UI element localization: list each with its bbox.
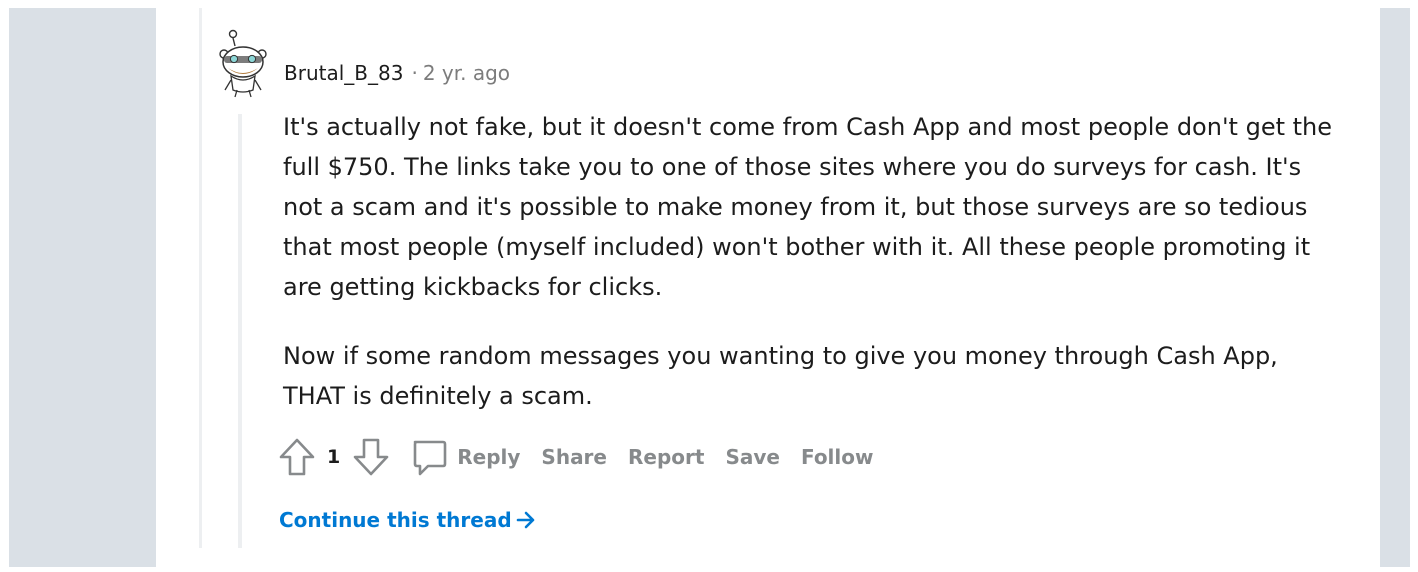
comment-paragraph: It's actually not fake, but it doesn't c… — [283, 113, 1333, 301]
speech-bubble-icon — [410, 437, 448, 477]
save-button[interactable]: Save — [725, 445, 780, 469]
reply-button[interactable]: Reply — [410, 437, 520, 477]
snoo-avatar-icon[interactable] — [215, 28, 271, 98]
share-button[interactable]: Share — [541, 445, 607, 469]
comment-thread-line[interactable] — [238, 114, 242, 548]
comment-timestamp[interactable]: 2 yr. ago — [423, 61, 510, 85]
reply-label: Reply — [457, 445, 521, 469]
upvote-arrow-icon[interactable] — [278, 437, 316, 477]
comment-action-bar: 1 Reply Share Report Save Follow — [278, 436, 874, 478]
author-link[interactable]: Brutal_B_83 — [284, 61, 403, 85]
downvote-arrow-icon[interactable] — [352, 437, 390, 477]
comment-meta: Brutal_B_83 · 2 yr. ago — [284, 60, 510, 86]
parent-thread-line[interactable] — [199, 8, 202, 548]
follow-button[interactable]: Follow — [801, 445, 874, 469]
comment-body: It's actually not fake, but it doesn't c… — [283, 107, 1333, 416]
continue-thread-link[interactable]: Continue this thread — [279, 508, 536, 532]
arrow-right-icon — [516, 511, 536, 529]
comment-paragraph: Now if some random messages you wanting … — [283, 342, 1278, 410]
vote-score: 1 — [327, 446, 341, 468]
report-button[interactable]: Report — [628, 445, 704, 469]
continue-thread-label: Continue this thread — [279, 508, 512, 532]
meta-separator: · — [411, 61, 418, 85]
